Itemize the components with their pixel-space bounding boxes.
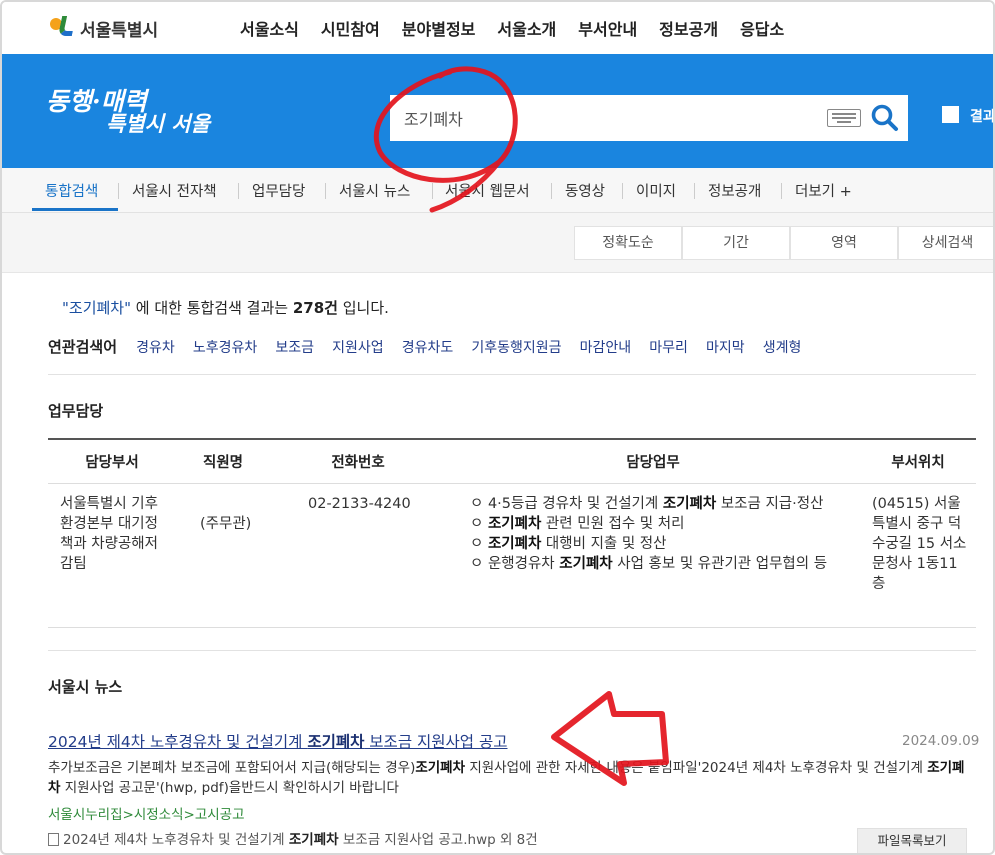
cell-dept: 서울특별시 기후환경본부 대기정책과 차량공해저감팀 bbox=[48, 483, 176, 628]
table-header-row: 담당부서 직원명 전화번호 담당업무 부서위치 bbox=[48, 439, 976, 484]
search-within-results-checkbox[interactable] bbox=[942, 106, 959, 123]
logo-text: 서울특별시 bbox=[80, 20, 159, 41]
related-keyword[interactable]: 노후경유차 bbox=[193, 340, 257, 356]
page: 서울특별시 서울소식 시민참여 분야별정보 서울소개 부서안내 정보공개 응답소… bbox=[0, 0, 995, 855]
table-row: 서울특별시 기후환경본부 대기정책과 차량공해저감팀 (주무관) 02-2133… bbox=[48, 483, 976, 628]
nav-item-about[interactable]: 서울소개 bbox=[497, 16, 556, 40]
summary-query: "조기폐차" bbox=[62, 299, 131, 317]
search-box bbox=[390, 95, 908, 141]
tab-all[interactable]: 통합검색 bbox=[45, 180, 98, 201]
nav-item-disclosure[interactable]: 정보공개 bbox=[659, 16, 718, 40]
summary-end: 입니다. bbox=[337, 299, 389, 317]
col-header-location: 부서위치 bbox=[860, 439, 976, 484]
duty-item: ㅇ 4·5등급 경유차 및 건설기계 조기폐차 보조금 지급·정산 bbox=[470, 495, 824, 512]
active-tab-indicator bbox=[32, 208, 118, 211]
related-keywords: 연관검색어 경유차 노후경유차 보조금 지원사업 경유차도 기후동행지원금 마감… bbox=[48, 336, 814, 357]
col-header-dept: 담당부서 bbox=[48, 439, 176, 484]
tab-staff[interactable]: 업무담당 bbox=[252, 180, 305, 201]
news-description: 추가보조금은 기본폐차 보조금에 포함되어서 지급(해당되는 경우)조기폐차 지… bbox=[48, 760, 965, 796]
nav-item-news[interactable]: 서울소식 bbox=[240, 16, 299, 40]
slogan-logo[interactable]: 동행·매력 특별시 서울 bbox=[46, 82, 210, 146]
duty-item: ㅇ 조기폐차 대행비 지출 및 정산 bbox=[470, 535, 667, 552]
tab-webdocs[interactable]: 서울시 웹문서 bbox=[445, 180, 530, 201]
related-keyword[interactable]: 마감안내 bbox=[580, 340, 632, 356]
related-keyword[interactable]: 보조금 bbox=[275, 340, 314, 356]
related-keyword[interactable]: 마지막 bbox=[706, 340, 745, 356]
duty-item: ㅇ 운행경유차 조기폐차 사업 홍보 및 유관기관 업무협의 등 bbox=[470, 555, 828, 572]
cell-location: (04515) 서울특별시 중구 덕수궁길 15 서소문청사 1동11층 bbox=[860, 483, 976, 628]
filter-sort-accuracy[interactable]: 정확도순 bbox=[574, 226, 682, 260]
related-keyword[interactable]: 경유차도 bbox=[402, 340, 454, 356]
staff-table: 담당부서 직원명 전화번호 담당업무 부서위치 서울특별시 기후환경본부 대기정… bbox=[48, 438, 976, 628]
staff-section-title: 업무담당 bbox=[48, 402, 104, 420]
news-section-title: 서울시 뉴스 bbox=[48, 678, 123, 696]
news-attachment[interactable]: 2024년 제4차 노후경유차 및 건설기계 조기폐차 보조금 지원사업 공고.… bbox=[48, 828, 538, 848]
summary-mid: 에 대한 통합검색 결과는 bbox=[131, 299, 293, 317]
related-keywords-label: 연관검색어 bbox=[48, 338, 118, 356]
slogan-line-2: 특별시 서울 bbox=[106, 111, 210, 136]
summary-count: 278건 bbox=[292, 299, 338, 317]
filter-advanced-search[interactable]: 상세검색 bbox=[898, 226, 993, 260]
result-summary: "조기폐차" 에 대한 통합검색 결과는 278건 입니다. bbox=[62, 297, 389, 318]
nav-item-fields[interactable]: 분야별정보 bbox=[402, 16, 476, 40]
search-input[interactable] bbox=[390, 95, 820, 141]
col-header-duty: 담당업무 bbox=[446, 439, 860, 484]
filter-row: 정확도순 기간 영역 상세검색 bbox=[2, 213, 993, 273]
seoul-logo[interactable]: 서울특별시 bbox=[46, 14, 158, 42]
nav-item-response[interactable]: 응답소 bbox=[740, 16, 784, 40]
main-nav: 서울소식 시민참여 분야별정보 서울소개 부서안내 정보공개 응답소 bbox=[240, 16, 806, 40]
tab-video[interactable]: 동영상 bbox=[565, 180, 605, 201]
news-breadcrumb[interactable]: 서울시누리집>시정소식>고시공고 bbox=[48, 803, 245, 823]
tab-ebook[interactable]: 서울시 전자책 bbox=[132, 180, 217, 201]
cell-name: (주무관) bbox=[176, 483, 270, 628]
top-bar: 서울특별시 서울소식 시민참여 분야별정보 서울소개 부서안내 정보공개 응답소 bbox=[2, 2, 993, 54]
col-header-name: 직원명 bbox=[176, 439, 270, 484]
keyboard-icon[interactable] bbox=[827, 109, 861, 127]
tab-disclosure[interactable]: 정보공개 bbox=[708, 180, 761, 201]
cell-phone: 02-2133-4240 bbox=[270, 483, 446, 628]
seoul-logo-icon bbox=[46, 14, 77, 42]
duty-item: ㅇ 조기폐차 관련 민원 접수 및 처리 bbox=[470, 515, 685, 532]
file-list-button[interactable]: 파일목록보기 bbox=[857, 828, 967, 853]
divider bbox=[48, 374, 976, 375]
filter-area[interactable]: 영역 bbox=[790, 226, 898, 260]
category-tabs: 통합검색 서울시 전자책 업무담당 서울시 뉴스 서울시 웹문서 동영상 이미지… bbox=[2, 168, 993, 213]
related-keyword[interactable]: 경유차 bbox=[136, 340, 175, 356]
related-keyword[interactable]: 생계형 bbox=[763, 340, 802, 356]
search-within-results-label: 결과 bbox=[970, 109, 995, 125]
related-keyword[interactable]: 기후동행지원금 bbox=[471, 340, 561, 356]
nav-item-participation[interactable]: 시민참여 bbox=[321, 16, 380, 40]
file-icon bbox=[48, 833, 59, 846]
filter-period[interactable]: 기간 bbox=[682, 226, 790, 260]
related-keyword[interactable]: 지원사업 bbox=[332, 340, 384, 356]
nav-item-departments[interactable]: 부서안내 bbox=[578, 16, 637, 40]
divider bbox=[48, 650, 976, 651]
cell-duty: ㅇ 4·5등급 경유차 및 건설기계 조기폐차 보조금 지급·정산 ㅇ 조기폐차… bbox=[446, 483, 860, 628]
news-date: 2024.09.09 bbox=[902, 733, 980, 749]
col-header-phone: 전화번호 bbox=[270, 439, 446, 484]
news-result-link[interactable]: 2024년 제4차 노후경유차 및 건설기계 조기폐차 보조금 지원사업 공고 bbox=[48, 730, 508, 752]
search-icon[interactable] bbox=[870, 103, 900, 133]
tab-more[interactable]: 더보기 + bbox=[795, 180, 852, 201]
related-keyword[interactable]: 마무리 bbox=[649, 340, 688, 356]
tab-news[interactable]: 서울시 뉴스 bbox=[339, 180, 410, 201]
tab-images[interactable]: 이미지 bbox=[636, 180, 676, 201]
